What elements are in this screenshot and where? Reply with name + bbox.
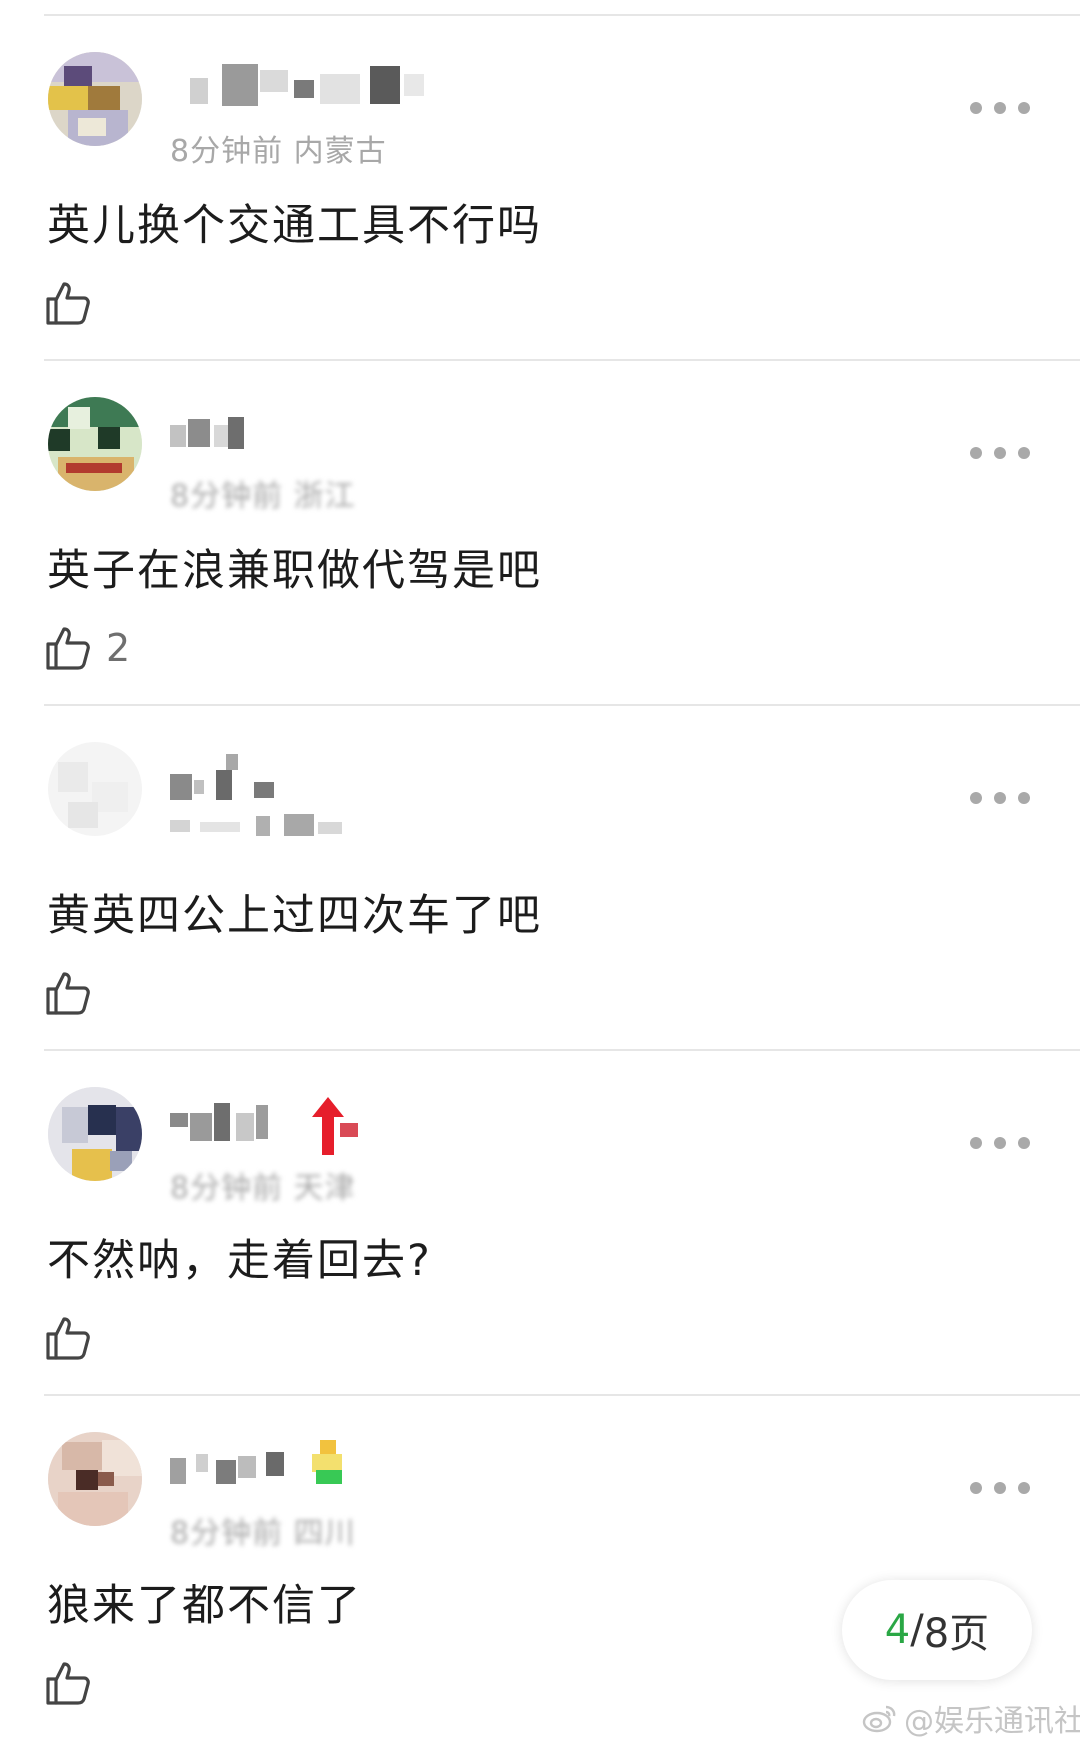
comment-meta: 8分钟前 内蒙古 [170,134,387,169]
like-button[interactable]: 2 [44,623,130,673]
thumbs-up-icon [46,1317,90,1360]
comment-item: 8分钟前 内蒙古 英儿换个交通工具不行吗 [0,16,1080,361]
comment-meta: 8分钟前 天津 [170,1171,356,1206]
like-button[interactable] [44,1313,106,1363]
more-options-button[interactable] [970,1476,1030,1500]
avatar[interactable] [48,1087,142,1181]
username[interactable] [170,1095,500,1155]
more-options-button[interactable] [970,96,1030,120]
comment-item: 8分钟前 天津 不然呐，走着回去? [0,1051,1080,1396]
comment-text: 不然呐，走着回去? [47,1236,432,1286]
more-dots-icon [970,1482,982,1494]
more-options-button[interactable] [970,1131,1030,1155]
username[interactable] [170,405,500,457]
weibo-logo-icon [862,1705,896,1733]
comment-text: 黄英四公上过四次车了吧 [47,891,542,941]
watermark-text: @娱乐通讯社 [904,1704,1080,1739]
meta-blurred [170,810,500,840]
total-pages: 8页 [923,1611,990,1657]
avatar[interactable] [48,52,142,146]
like-button[interactable] [44,278,106,328]
like-count: 2 [106,626,131,670]
page-separator: / [910,1607,924,1653]
more-options-button[interactable] [970,441,1030,465]
avatar[interactable] [48,1432,142,1526]
thumbs-up-icon [46,1662,90,1705]
comment-text: 英儿换个交通工具不行吗 [47,201,542,251]
more-options-button[interactable] [970,786,1030,810]
comment-meta: 8分钟前 浙江 [170,479,356,514]
comment-text: 狼来了都不信了 [47,1581,362,1631]
more-dots-icon [970,102,982,114]
username[interactable] [170,750,500,802]
comment-item: 8分钟前 浙江 英子在浪兼职做代驾是吧 2 [0,361,1080,706]
username[interactable] [170,1440,500,1492]
current-page: 4 [884,1607,911,1653]
page-indicator[interactable]: 4/8页 [842,1580,1032,1680]
watermark: @娱乐通讯社 [862,1696,1080,1740]
username[interactable] [170,60,500,112]
thumbs-up-icon [46,627,90,670]
comment-item: 8分钟前 四川 狼来了都不信了 [0,1396,1080,1741]
avatar[interactable] [48,742,142,836]
thumbs-up-icon [46,972,90,1015]
more-dots-icon [970,792,982,804]
more-dots-icon [970,447,982,459]
like-button[interactable] [44,1658,106,1708]
thumbs-up-icon [46,282,90,325]
comment-meta: 8分钟前 四川 [170,1516,356,1551]
comment-item: 黄英四公上过四次车了吧 [0,706,1080,1051]
more-dots-icon [970,1137,982,1149]
avatar[interactable] [48,397,142,491]
comment-text: 英子在浪兼职做代驾是吧 [47,546,542,596]
like-button[interactable] [44,968,106,1018]
